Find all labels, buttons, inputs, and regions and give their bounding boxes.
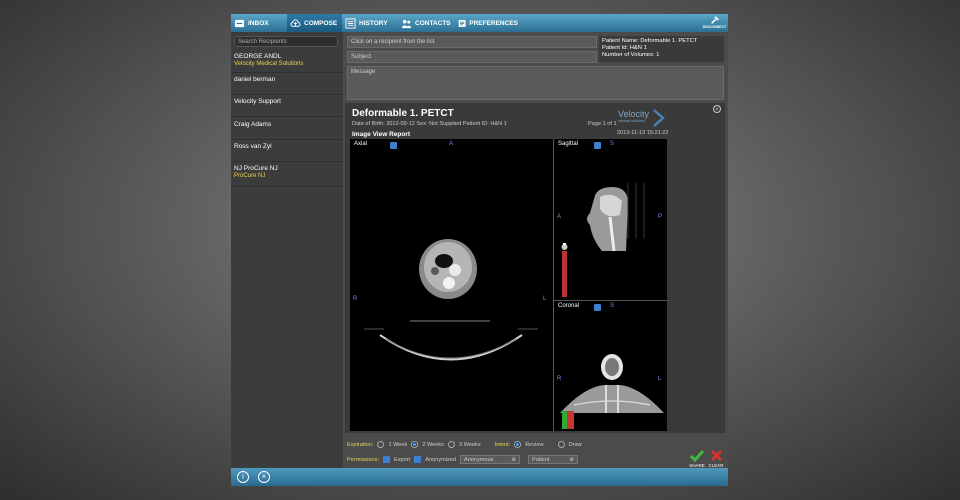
share-check-icon — [689, 450, 705, 463]
history-list-icon — [345, 17, 356, 29]
intent-label: Intent: — [494, 441, 511, 448]
anonymous-select-value: Anonymous — [464, 457, 494, 463]
info-icon[interactable]: i — [237, 471, 249, 483]
recipient-to-field[interactable]: Click on a recipient from the list — [347, 36, 597, 48]
contacts-icon — [401, 19, 412, 28]
patient-select[interactable]: Patient ⊗ — [528, 455, 578, 464]
logo-text: Velocity — [618, 109, 650, 119]
disconnect-button[interactable]: DISCONNECT — [701, 14, 728, 32]
sagittal-pane[interactable]: Sagittal S A P — [554, 139, 667, 301]
logo-chevron-icon — [653, 109, 665, 127]
select-clear-icon: ⊗ — [569, 457, 574, 463]
intent-radio-draw[interactable] — [557, 441, 565, 448]
recipient-org: ProCure NJ — [234, 173, 266, 179]
patient-name: Patient Name: Deformable 1. PETCT — [602, 38, 698, 44]
app-window: INBOX COMPOSE HISTORY CONTACTS PREFERENC… — [231, 14, 728, 486]
recipient-item[interactable]: Ross van Zyl — [231, 140, 343, 162]
bottom-bar: i × — [231, 468, 728, 486]
axial-pane[interactable]: Axial A R L — [350, 139, 554, 431]
sagittal-ct-slice — [561, 183, 645, 297]
disconnect-plug-icon — [710, 16, 719, 24]
permissions-row: Permissions: Export Anonymized Anonymous… — [347, 454, 578, 465]
expiration-row: Expiration: 1 Week 2 Weeks 3 Weeks Inten… — [347, 439, 582, 450]
preferences-icon — [458, 19, 466, 27]
nav-history-label: HISTORY — [359, 19, 388, 27]
expiration-option-label: 3 Weeks — [458, 441, 481, 448]
recipient-name: Velocity Support — [234, 98, 281, 105]
anonymized-label: Anonymized — [425, 456, 456, 463]
nav-compose-label: COMPOSE — [304, 19, 338, 27]
expiration-option-label: 1 Week — [388, 441, 408, 448]
nav-history-button[interactable]: HISTORY — [345, 14, 395, 32]
nav-contacts-label: CONTACTS — [415, 19, 451, 27]
coronal-ct-slice — [560, 354, 664, 429]
remove-report-icon[interactable]: × — [713, 105, 721, 113]
expiration-radio-2weeks[interactable] — [411, 441, 419, 448]
anonymized-checkbox[interactable] — [414, 456, 422, 463]
share-options: Expiration: 1 Week 2 Weeks 3 Weeks Inten… — [345, 437, 725, 465]
image-viewer: Axial A R L Sagittal S A P Coronal S R L — [350, 139, 667, 431]
permissions-label: Permissions: — [347, 456, 380, 463]
expiration-radio-1week[interactable] — [377, 441, 385, 448]
recipient-name: Craig Adams — [234, 121, 272, 128]
subject-field[interactable]: Subject — [347, 51, 597, 63]
clear-button[interactable]: CLEAR — [707, 449, 725, 468]
anonymous-select[interactable]: Anonymous ⊗ — [460, 455, 520, 464]
cloud-upload-icon — [290, 18, 301, 27]
report-subtitle: Image View Report — [352, 131, 411, 138]
nav-preferences-label: PREFERENCES — [469, 19, 518, 27]
top-nav-bar: INBOX COMPOSE HISTORY CONTACTS PREFERENC… — [231, 14, 728, 32]
patient-info-panel: Patient Name: Deformable 1. PETCT Patien… — [599, 36, 724, 62]
recipient-org: Velocity Medical Solutions — [234, 61, 304, 67]
image-view-report: Deformable 1. PETCT Date of Birth: 2012-… — [345, 103, 725, 433]
recipients-sidebar: Search Recipients GEORGE ANDL Velocity M… — [231, 32, 343, 468]
share-button[interactable]: SHARE — [689, 449, 705, 468]
coronal-pane[interactable]: Coronal S R L — [554, 301, 667, 431]
export-checkbox[interactable] — [383, 456, 391, 463]
patient-id: Patient Id: H&N 1 — [602, 45, 647, 51]
disconnect-label: DISCONNECT — [702, 25, 727, 29]
recipient-name: Ross van Zyl — [234, 143, 272, 150]
report-patient-meta: Date of Birth: 2012-09-12 Sex: Not Suppl… — [352, 121, 507, 127]
patient-volumes: Number of Volumes: 1 — [602, 52, 660, 58]
intent-option-label: Review — [525, 441, 544, 448]
recipient-item[interactable]: NJ ProCure NJ ProCure NJ — [231, 162, 343, 187]
report-page-number: Page 1 of 1 — [588, 121, 617, 127]
nav-preferences-button[interactable]: PREFERENCES — [458, 14, 518, 32]
intent-option-label: Draw — [568, 441, 582, 448]
intent-radio-review[interactable] — [514, 441, 522, 448]
expiration-option-label: 2 Weeks — [422, 441, 444, 448]
recipient-item[interactable]: GEORGE ANDL Velocity Medical Solutions — [231, 50, 343, 73]
nav-contacts-button[interactable]: CONTACTS — [401, 14, 456, 32]
expiration-label: Expiration: — [347, 441, 374, 448]
close-circle-icon[interactable]: × — [258, 471, 270, 483]
velocity-logo: Velocity medical solutions — [618, 109, 668, 127]
select-clear-icon: ⊗ — [511, 457, 516, 463]
inbox-icon — [234, 19, 245, 27]
nav-compose-button[interactable]: COMPOSE — [287, 14, 342, 32]
export-label: Export — [394, 456, 411, 463]
logo-subtext: medical solutions — [618, 119, 645, 123]
expiration-radio-3weeks[interactable] — [447, 441, 455, 448]
clear-x-icon — [710, 449, 722, 462]
message-field[interactable]: Message — [347, 66, 724, 100]
recipient-item[interactable]: daniel berman — [231, 73, 343, 95]
recipient-item[interactable]: Craig Adams — [231, 118, 343, 140]
recipient-item[interactable]: Velocity Support — [231, 95, 343, 117]
recipient-name: GEORGE ANDL — [234, 53, 282, 60]
recipient-name: NJ ProCure NJ — [234, 165, 278, 172]
axial-ct-slice — [364, 239, 538, 361]
patient-select-value: Patient — [532, 457, 550, 463]
report-title: Deformable 1. PETCT — [352, 108, 454, 119]
nav-inbox-button[interactable]: INBOX — [234, 14, 284, 32]
nav-inbox-label: INBOX — [248, 19, 269, 27]
search-recipients-input[interactable]: Search Recipients — [234, 36, 338, 47]
report-date: 2013-11-13 15:21:22 — [617, 130, 669, 136]
recipient-name: daniel berman — [234, 76, 276, 83]
